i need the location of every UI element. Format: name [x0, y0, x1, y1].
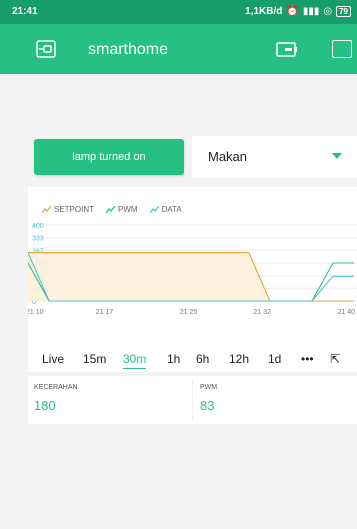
value-displays: KECERAHAN 180 PWM 83	[28, 376, 357, 424]
chart-card: SETPOINTPWMDATA 40033326720013367021 102…	[28, 187, 357, 370]
period-selector: Live 15m 30m 1h 6h 12h 1d ••• ⇱	[28, 348, 357, 372]
lamp-button[interactable]: lamp turned on	[34, 139, 184, 175]
back-icon[interactable]	[36, 40, 56, 58]
alarm-icon: ⏰	[286, 6, 299, 17]
battery-icon: 79	[336, 6, 351, 17]
period-6h[interactable]: 6h	[196, 352, 209, 366]
x-tick-label: 21 17	[96, 309, 114, 316]
display-pwm: PWM 83	[193, 376, 357, 424]
display-label: KECERAHAN	[34, 384, 78, 391]
device-icon[interactable]	[276, 42, 298, 57]
period-Live[interactable]: Live	[42, 352, 64, 366]
period-12h[interactable]: 12h	[229, 352, 249, 366]
signal-icon: ▮▮▮	[302, 6, 320, 17]
display-value: 83	[200, 398, 215, 413]
setpoint-area	[28, 252, 354, 301]
period-more[interactable]: •••	[301, 352, 314, 366]
chevron-down-icon	[332, 153, 342, 159]
expand-icon[interactable]: ⇱	[330, 352, 340, 366]
display-kecerahan: KECERAHAN 180	[28, 376, 192, 424]
display-label: PWM	[200, 384, 218, 391]
period-15m[interactable]: 15m	[83, 352, 106, 366]
menu-select[interactable]: Makan	[192, 136, 357, 178]
app-title: smarthome	[88, 41, 169, 58]
status-bar: 21:41 1,1KB/d ⏰ ▮▮▮ ◎ 79	[0, 0, 357, 24]
app-bar: smarthome	[0, 24, 357, 74]
square-icon[interactable]	[332, 40, 352, 58]
select-value: Makan	[208, 149, 248, 164]
status-right: 1,1KB/d ⏰ ▮▮▮ ◎ 79	[245, 6, 351, 17]
status-time: 21:41	[12, 6, 38, 17]
x-tick-label: 21 10	[28, 309, 44, 316]
period-1h[interactable]: 1h	[167, 352, 180, 366]
x-tick-label: 21 32	[253, 309, 271, 316]
y-tick-label: 333	[32, 236, 44, 243]
x-tick-label: 21 40	[337, 309, 355, 316]
x-tick-label: 21 25	[180, 309, 198, 316]
period-1d[interactable]: 1d	[268, 352, 281, 366]
network-speed: 1,1KB/d	[245, 6, 283, 17]
y-tick-label: 400	[32, 223, 44, 230]
chart[interactable]: 40033326720013367021 1021 1721 2521 3221…	[28, 187, 357, 370]
wifi-icon: ◎	[323, 6, 333, 17]
period-30m[interactable]: 30m	[123, 352, 147, 369]
display-value: 180	[34, 398, 56, 413]
